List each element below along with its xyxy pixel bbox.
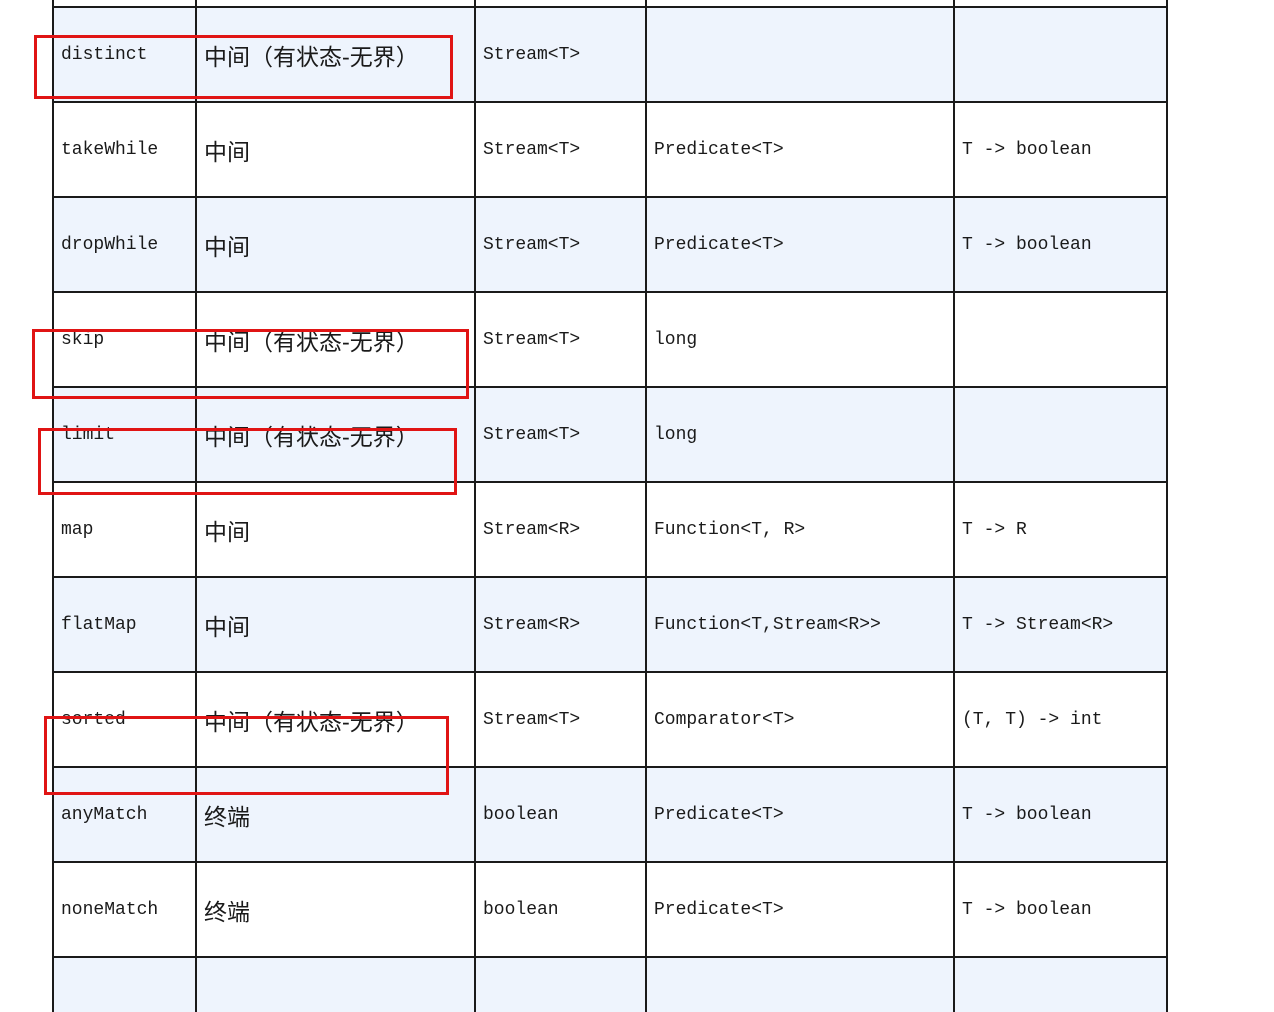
function-descriptor-cell [953, 6, 1168, 103]
operation-cell: skip [52, 291, 197, 388]
argument-type-cell: Predicate<T> [645, 766, 955, 863]
function-descriptor-cell: T -> R [953, 481, 1168, 578]
operation-cell: anyMatch [52, 766, 197, 863]
argument-type-cell [645, 6, 955, 103]
function-descriptor-cell: (T, T) -> int [953, 671, 1168, 768]
table-row [52, 0, 1168, 8]
operation-cell: distinct [52, 6, 197, 103]
table-row: takeWhile 中间 Stream<T> Predicate<T> T ->… [52, 101, 1168, 198]
operation-type-cell: 中间（有状态-无界） [195, 671, 476, 768]
operation-cell: flatMap [52, 576, 197, 673]
table-row: noneMatch 终端 boolean Predicate<T> T -> b… [52, 861, 1168, 958]
operation-type-cell: 中间 [195, 196, 476, 293]
operation-type-cell: 中间 [195, 101, 476, 198]
operation-type-cell: 终端 [195, 766, 476, 863]
table-row: dropWhile 中间 Stream<T> Predicate<T> T ->… [52, 196, 1168, 293]
return-type-cell [474, 0, 647, 8]
stream-operations-table: distinct 中间（有状态-无界） Stream<T> takeWhile … [52, 0, 1168, 1012]
table-row: limit 中间（有状态-无界） Stream<T> long [52, 386, 1168, 483]
operation-type-cell: 中间（有状态-无界） [195, 291, 476, 388]
operation-cell: limit [52, 386, 197, 483]
function-descriptor-cell: T -> boolean [953, 861, 1168, 958]
argument-type-cell: Predicate<T> [645, 101, 955, 198]
operation-type-cell [195, 956, 476, 1012]
document-page: distinct 中间（有状态-无界） Stream<T> takeWhile … [0, 0, 1274, 1012]
table-row [52, 956, 1168, 1012]
operation-cell: takeWhile [52, 101, 197, 198]
operation-cell: sorted [52, 671, 197, 768]
operation-type-cell: 中间（有状态-无界） [195, 386, 476, 483]
return-type-cell: Stream<T> [474, 101, 647, 198]
operation-cell: dropWhile [52, 196, 197, 293]
operation-cell: noneMatch [52, 861, 197, 958]
function-descriptor-cell: T -> boolean [953, 766, 1168, 863]
return-type-cell: Stream<R> [474, 576, 647, 673]
function-descriptor-cell [953, 0, 1168, 8]
return-type-cell: Stream<T> [474, 671, 647, 768]
argument-type-cell: Function<T, R> [645, 481, 955, 578]
operation-type-cell: 中间 [195, 481, 476, 578]
function-descriptor-cell [953, 956, 1168, 1012]
function-descriptor-cell: T -> boolean [953, 101, 1168, 198]
operation-cell: map [52, 481, 197, 578]
argument-type-cell: Predicate<T> [645, 861, 955, 958]
return-type-cell: Stream<T> [474, 386, 647, 483]
argument-type-cell: Function<T,Stream<R>> [645, 576, 955, 673]
return-type-cell: Stream<T> [474, 196, 647, 293]
argument-type-cell: long [645, 386, 955, 483]
return-type-cell: Stream<R> [474, 481, 647, 578]
table-row: flatMap 中间 Stream<R> Function<T,Stream<R… [52, 576, 1168, 673]
operation-type-cell: 终端 [195, 861, 476, 958]
return-type-cell [474, 956, 647, 1012]
argument-type-cell [645, 0, 955, 8]
table-row: sorted 中间（有状态-无界） Stream<T> Comparator<T… [52, 671, 1168, 768]
argument-type-cell: Predicate<T> [645, 196, 955, 293]
operation-cell [52, 956, 197, 1012]
function-descriptor-cell [953, 291, 1168, 388]
argument-type-cell [645, 956, 955, 1012]
operation-type-cell: 中间 [195, 576, 476, 673]
argument-type-cell: Comparator<T> [645, 671, 955, 768]
function-descriptor-cell [953, 386, 1168, 483]
return-type-cell: boolean [474, 766, 647, 863]
table-row: map 中间 Stream<R> Function<T, R> T -> R [52, 481, 1168, 578]
function-descriptor-cell: T -> Stream<R> [953, 576, 1168, 673]
argument-type-cell: long [645, 291, 955, 388]
operation-cell [52, 0, 197, 8]
return-type-cell: Stream<T> [474, 291, 647, 388]
operation-type-cell [195, 0, 476, 8]
table-row: distinct 中间（有状态-无界） Stream<T> [52, 6, 1168, 103]
return-type-cell: boolean [474, 861, 647, 958]
return-type-cell: Stream<T> [474, 6, 647, 103]
table-row: skip 中间（有状态-无界） Stream<T> long [52, 291, 1168, 388]
operation-type-cell: 中间（有状态-无界） [195, 6, 476, 103]
table-row: anyMatch 终端 boolean Predicate<T> T -> bo… [52, 766, 1168, 863]
function-descriptor-cell: T -> boolean [953, 196, 1168, 293]
